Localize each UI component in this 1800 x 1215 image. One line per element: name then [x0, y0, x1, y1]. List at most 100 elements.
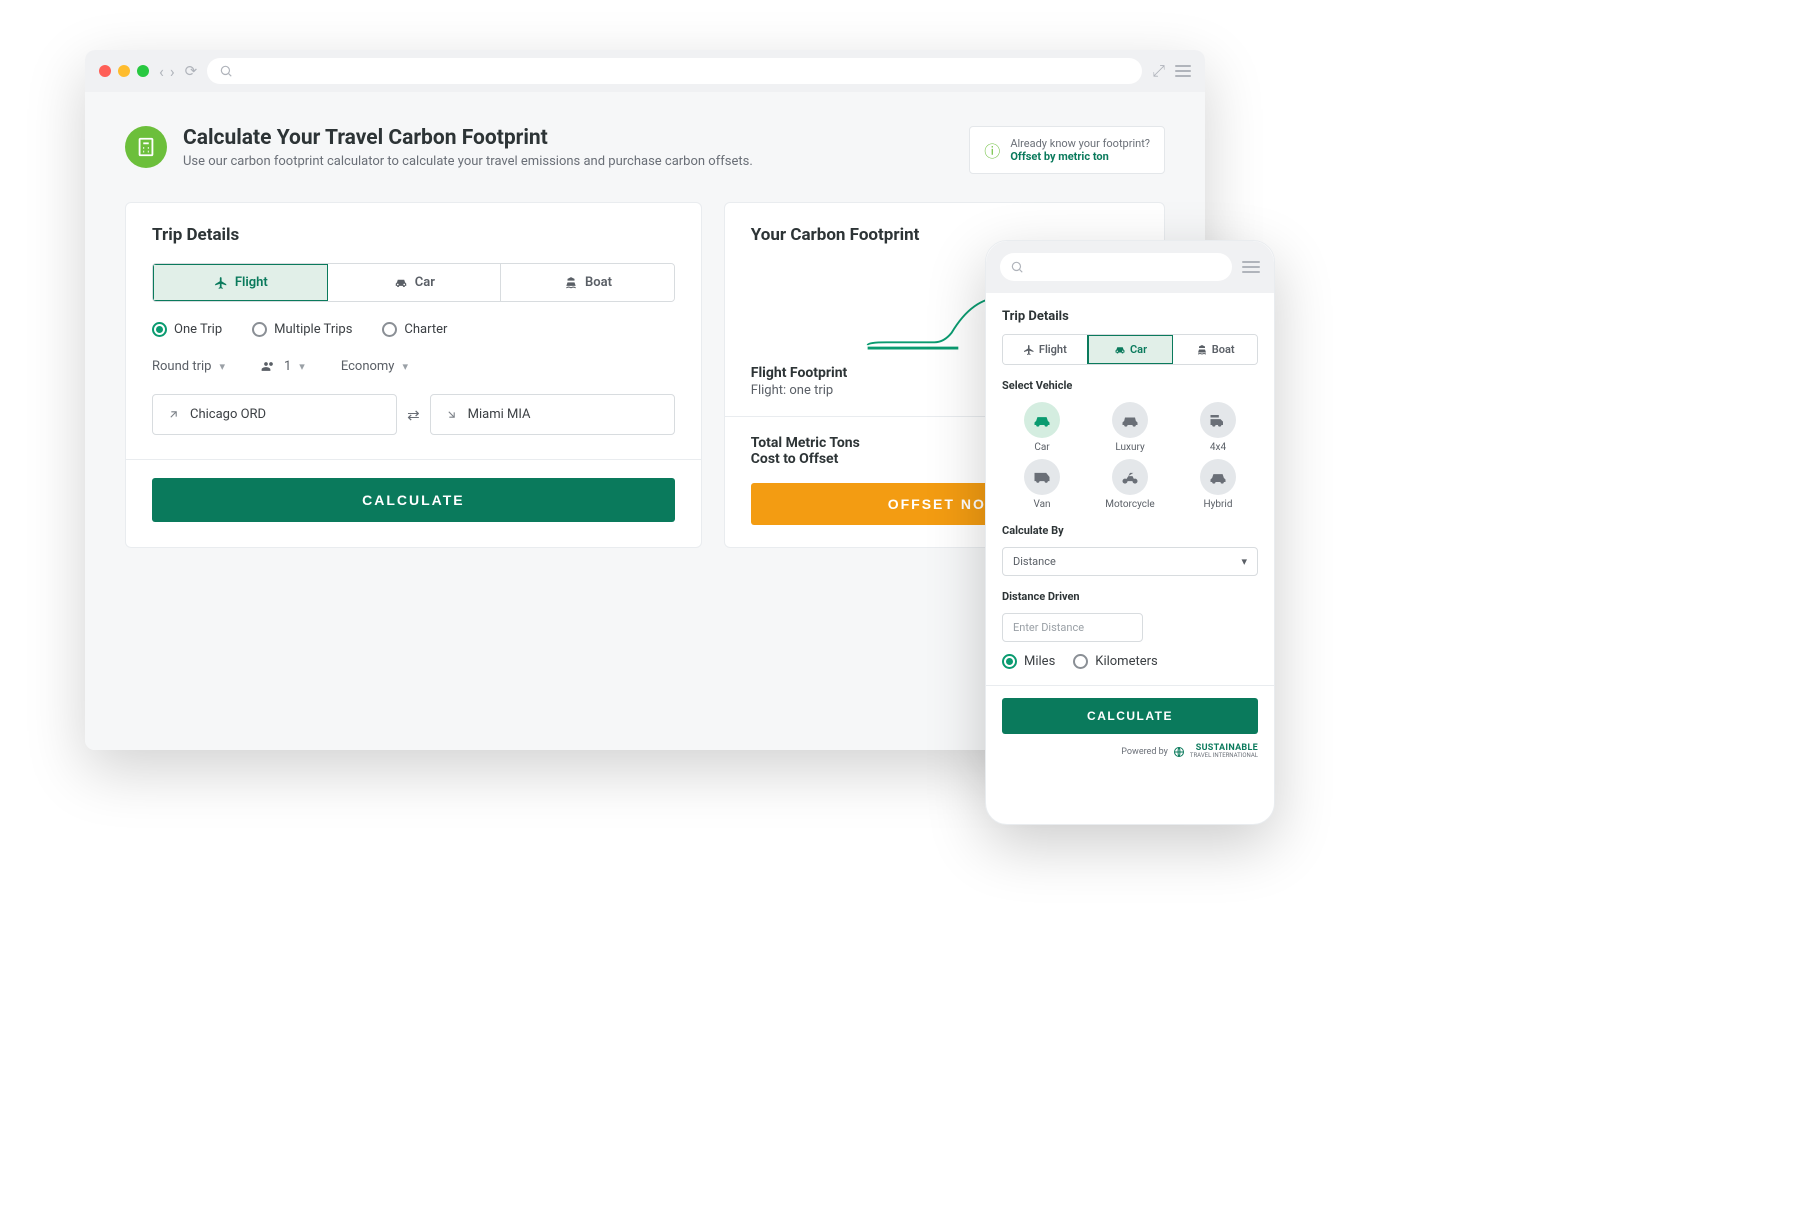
radio-dot — [152, 322, 167, 337]
trip-details-heading: Trip Details — [152, 225, 675, 245]
radio-one-trip[interactable]: One Trip — [152, 322, 222, 337]
passenger-count: 1 — [284, 359, 291, 374]
mobile-tab-flight[interactable]: Flight — [1003, 335, 1088, 364]
close-window-button[interactable] — [99, 65, 111, 77]
class-value: Economy — [341, 359, 395, 374]
select-vehicle-label: Select Vehicle — [1002, 379, 1258, 392]
vehicle-hybrid[interactable]: Hybrid — [1178, 459, 1258, 510]
tab-car[interactable]: Car — [328, 264, 502, 301]
mobile-device-window: Trip Details Flight Car Boat Select Vehi… — [985, 240, 1275, 825]
back-button[interactable]: ‹ — [159, 62, 164, 81]
mobile-tab-car[interactable]: Car — [1087, 334, 1175, 365]
radio-dot — [1002, 654, 1017, 669]
vehicle-car-label: Car — [1034, 442, 1049, 453]
radio-kilometers-label: Kilometers — [1095, 654, 1157, 669]
radio-dot — [252, 322, 267, 337]
vehicle-tabs: Flight Car Boat — [152, 263, 675, 302]
chevron-down-icon: ▾ — [402, 360, 408, 373]
distance-driven-label: Distance Driven — [1002, 590, 1258, 603]
tab-car-label: Car — [415, 275, 435, 290]
boat-icon — [563, 276, 579, 290]
vehicle-luxury-label: Luxury — [1115, 442, 1144, 453]
vehicle-van[interactable]: Van — [1002, 459, 1082, 510]
chevron-down-icon: ▾ — [299, 360, 305, 373]
vehicle-4x4[interactable]: 4x4 — [1178, 402, 1258, 453]
origin-input[interactable]: Chicago ORD — [152, 394, 397, 435]
vehicle-luxury[interactable]: Luxury — [1090, 402, 1170, 453]
tab-flight-label: Flight — [235, 275, 268, 290]
vehicle-car[interactable]: Car — [1002, 402, 1082, 453]
luxury-icon — [1112, 402, 1148, 438]
page-subtitle: Use our carbon footprint calculator to c… — [183, 154, 753, 169]
mobile-search-bar[interactable] — [1000, 253, 1232, 281]
class-dropdown[interactable]: Economy ▾ — [341, 359, 408, 374]
mobile-tab-boat[interactable]: Boat — [1173, 335, 1257, 364]
search-icon — [219, 64, 233, 78]
minimize-window-button[interactable] — [118, 65, 130, 77]
calculate-by-label: Calculate By — [1002, 524, 1258, 537]
menu-icon[interactable] — [1175, 65, 1191, 77]
car-icon — [1114, 344, 1126, 356]
tab-flight[interactable]: Flight — [152, 263, 329, 302]
brand-name-bottom: TRAVEL INTERNATIONAL — [1190, 753, 1258, 759]
mobile-tab-car-label: Car — [1130, 343, 1147, 356]
calculate-button[interactable]: CALCULATE — [152, 478, 675, 522]
mobile-calculate-button[interactable]: CALCULATE — [1002, 698, 1258, 734]
browser-bar: ‹ › ⟳ ⤢ — [85, 50, 1205, 92]
expand-icon[interactable]: ⤢ — [1152, 61, 1165, 81]
mobile-menu-icon[interactable] — [1242, 261, 1260, 273]
motorcycle-icon — [1112, 459, 1148, 495]
tab-boat[interactable]: Boat — [501, 264, 674, 301]
tab-boat-label: Boat — [585, 275, 612, 290]
powered-by-text: Powered by — [1121, 747, 1168, 757]
radio-miles-label: Miles — [1024, 654, 1055, 669]
mobile-tab-boat-label: Boat — [1212, 343, 1235, 356]
vehicle-motorcycle-label: Motorcycle — [1105, 499, 1154, 510]
mobile-top-bar — [986, 241, 1274, 293]
round-trip-value: Round trip — [152, 359, 211, 374]
passengers-dropdown[interactable]: 1 ▾ — [261, 359, 305, 374]
van-icon — [1024, 459, 1060, 495]
mobile-powered-by: Powered by SUSTAINABLE TRAVEL INTERNATIO… — [1002, 744, 1258, 759]
radio-miles[interactable]: Miles — [1002, 654, 1055, 669]
car-icon — [393, 276, 409, 290]
unit-radios: Miles Kilometers — [1002, 654, 1258, 669]
vehicle-hybrid-label: Hybrid — [1204, 499, 1233, 510]
round-trip-dropdown[interactable]: Round trip ▾ — [152, 359, 225, 374]
mobile-vehicle-tabs: Flight Car Boat — [1002, 334, 1258, 365]
radio-charter[interactable]: Charter — [382, 322, 447, 337]
distance-input[interactable]: Enter Distance — [1002, 613, 1143, 642]
window-controls — [99, 65, 149, 77]
divider — [126, 459, 701, 460]
distance-placeholder: Enter Distance — [1013, 621, 1084, 634]
calculate-by-dropdown[interactable]: Distance ▾ — [1002, 547, 1258, 576]
vehicle-grid: Car Luxury 4x4 Van Motorcycle Hybrid — [1002, 402, 1258, 510]
suv-icon — [1200, 402, 1236, 438]
radio-dot — [382, 322, 397, 337]
radio-kilometers[interactable]: Kilometers — [1073, 654, 1157, 669]
trip-details-card: Trip Details Flight Car Boat — [125, 202, 702, 548]
page-header: Calculate Your Travel Carbon Footprint U… — [125, 126, 1165, 174]
offset-link[interactable]: Offset by metric ton — [1010, 150, 1150, 163]
plane-icon — [1023, 344, 1035, 356]
mobile-trip-heading: Trip Details — [1002, 309, 1258, 324]
reload-button[interactable]: ⟳ — [185, 62, 198, 80]
chevron-down-icon: ▾ — [1241, 555, 1247, 568]
page-title: Calculate Your Travel Carbon Footprint — [183, 126, 753, 150]
maximize-window-button[interactable] — [137, 65, 149, 77]
radio-charter-label: Charter — [404, 322, 447, 337]
offset-by-ton-box[interactable]: ⓘ Already know your footprint? Offset by… — [969, 126, 1165, 174]
vehicle-4x4-label: 4x4 — [1210, 442, 1226, 453]
swap-button[interactable]: ⇄ — [407, 406, 420, 424]
destination-input[interactable]: Miami MIA — [430, 394, 675, 435]
url-bar[interactable] — [207, 58, 1142, 84]
vehicle-motorcycle[interactable]: Motorcycle — [1090, 459, 1170, 510]
offset-question: Already know your footprint? — [1010, 137, 1150, 150]
search-icon — [1010, 260, 1024, 274]
radio-multiple-trips[interactable]: Multiple Trips — [252, 322, 352, 337]
chevron-down-icon: ▾ — [219, 360, 225, 373]
boat-icon — [1196, 344, 1208, 356]
radio-multiple-trips-label: Multiple Trips — [274, 322, 352, 337]
forward-button[interactable]: › — [170, 62, 175, 81]
car-icon — [1024, 402, 1060, 438]
